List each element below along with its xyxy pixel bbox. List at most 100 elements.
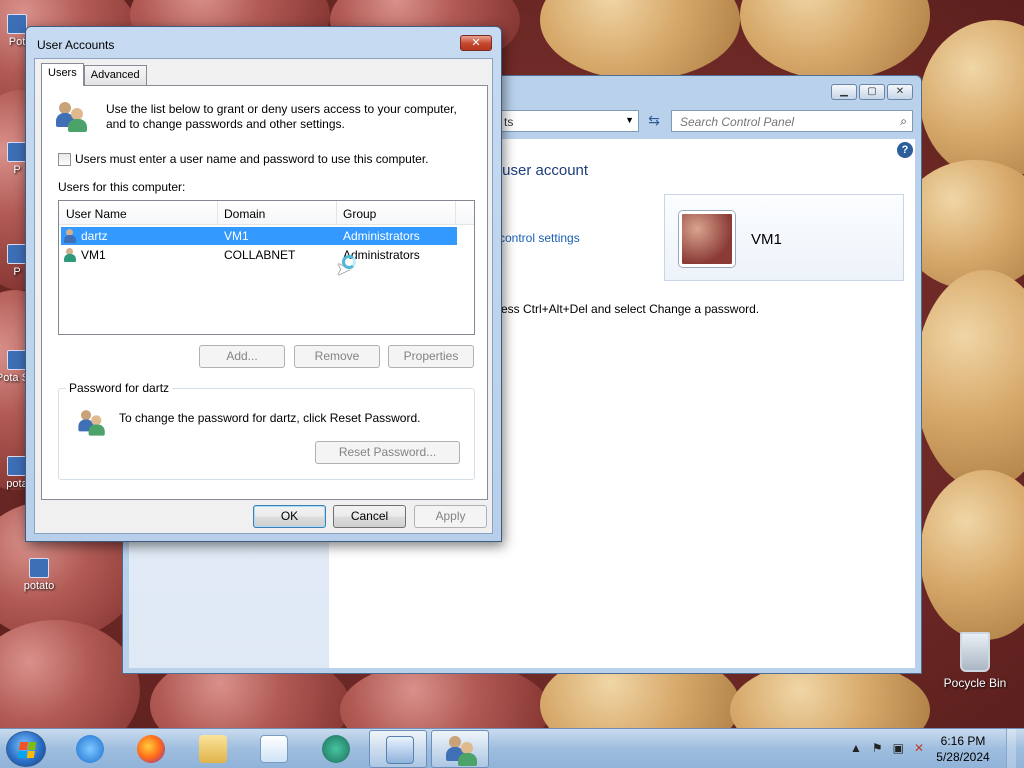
show-hidden-icons-icon[interactable]: ▲	[850, 741, 862, 755]
column-domain[interactable]: Domain	[224, 207, 265, 221]
recycle-bin-icon	[960, 632, 990, 672]
wallpaper-potato	[740, 0, 930, 80]
desktop-icon-label: Pot	[8, 36, 26, 48]
media-player-icon	[260, 735, 288, 763]
shortcut-icon	[7, 14, 27, 34]
control-panel-icon	[386, 736, 414, 764]
column-user-name[interactable]: User Name	[66, 207, 127, 221]
cell-user-name: VM1	[81, 248, 106, 262]
column-separator	[455, 201, 456, 224]
desktop-icon-label: P	[13, 164, 21, 176]
shortcut-icon	[7, 350, 27, 370]
volume-muted-icon[interactable]: ✕	[914, 741, 924, 755]
tab-advanced[interactable]: Advanced	[83, 65, 147, 85]
user-accounts-dialog[interactable]: User Accounts ✕ Users Advanced Use the l…	[25, 26, 502, 542]
remove-button[interactable]: Remove	[294, 345, 380, 368]
dialog-title: User Accounts	[37, 38, 115, 52]
folder-icon	[199, 735, 227, 763]
clock-date: 5/28/2024	[936, 750, 990, 764]
cell-domain: VM1	[224, 229, 249, 243]
taskbar-internet-explorer[interactable]	[60, 730, 118, 768]
shortcut-icon	[29, 558, 49, 578]
must-logon-row[interactable]: Users must enter a user name and passwor…	[58, 152, 429, 166]
taskbar-file-explorer[interactable]	[183, 730, 241, 768]
address-bar[interactable]: ts ▼	[499, 110, 639, 132]
taskbar-user-accounts[interactable]	[431, 730, 489, 768]
password-group-label: Password for dartz	[66, 381, 173, 395]
taskbar: ▲ ⚑ ▣ ✕ 6:16 PM 5/28/2024	[0, 728, 1024, 768]
ok-button[interactable]: OK	[253, 505, 326, 528]
clock-time: 6:16 PM	[940, 734, 986, 748]
page-title: r user account	[493, 162, 589, 179]
close-button[interactable]: ✕	[887, 84, 913, 100]
taskbar-firefox[interactable]	[121, 730, 179, 768]
window-controls: ▁ ▢ ✕	[831, 84, 913, 100]
tray-icons: ▲ ⚑ ▣ ✕	[850, 741, 924, 755]
search-input[interactable]: Search Control Panel ⌕	[671, 110, 913, 132]
show-desktop-button[interactable]	[1006, 729, 1016, 768]
users-section-label: Users for this computer:	[58, 180, 186, 194]
close-button[interactable]: ✕	[460, 35, 492, 51]
dialog-body: Users Advanced Use the list below to gra…	[34, 58, 493, 534]
busy-spinner-icon	[342, 255, 356, 269]
avatar[interactable]	[679, 211, 735, 267]
users-tab-panel: Use the list below to grant or deny user…	[41, 85, 488, 500]
app-icon	[322, 735, 350, 763]
maximize-button[interactable]: ▢	[859, 84, 885, 100]
add-button[interactable]: Add...	[199, 345, 285, 368]
cell-group: Administrators	[343, 229, 420, 243]
internet-explorer-icon	[76, 735, 104, 763]
list-header: User Name Domain Group	[59, 201, 474, 225]
table-row[interactable]: dartz VM1 Administrators	[61, 227, 457, 245]
desktop-icon-label: P	[13, 266, 21, 278]
clock[interactable]: 6:16 PM 5/28/2024	[928, 733, 998, 765]
wallpaper-potato	[920, 470, 1024, 640]
chevron-down-icon[interactable]: ▼	[625, 115, 634, 125]
start-button[interactable]	[6, 731, 46, 767]
wallpaper-potato	[0, 620, 140, 728]
must-logon-label: Users must enter a user name and passwor…	[75, 152, 429, 166]
uac-settings-link[interactable]: control settings	[499, 231, 580, 245]
users-list[interactable]: User Name Domain Group dartz VM1 Adminis…	[58, 200, 475, 335]
cancel-button[interactable]: Cancel	[333, 505, 406, 528]
taskbar-media-player[interactable]	[244, 730, 302, 768]
taskbar-control-panel[interactable]	[369, 730, 427, 768]
wallpaper-potato	[915, 270, 1024, 490]
network-icon[interactable]: ▣	[893, 741, 904, 755]
properties-button[interactable]: Properties	[388, 345, 474, 368]
recycle-bin[interactable]: Pocycle Bin	[942, 632, 1008, 690]
shortcut-icon	[7, 142, 27, 162]
intro-text: Use the list below to grant or deny user…	[106, 102, 457, 131]
desktop-icon[interactable]: potato	[4, 558, 74, 592]
minimize-button[interactable]: ▁	[831, 84, 857, 100]
table-row[interactable]: VM1 COLLABNET Administrators	[61, 246, 457, 264]
tab-strip: Users Advanced	[41, 63, 147, 86]
search-icon[interactable]: ⌕	[900, 114, 907, 129]
refresh-icon[interactable]: ⇆	[643, 110, 665, 132]
user-icon	[78, 408, 105, 436]
users-icon	[56, 100, 88, 132]
user-icon	[64, 248, 78, 262]
column-separator	[217, 201, 218, 224]
user-name: VM1	[751, 231, 782, 248]
user-card: VM1	[664, 194, 904, 281]
action-center-flag-icon[interactable]: ⚑	[872, 741, 883, 755]
firefox-icon	[137, 735, 165, 763]
apply-button[interactable]: Apply	[414, 505, 487, 528]
user-icon	[64, 229, 78, 243]
column-separator	[336, 201, 337, 224]
help-icon[interactable]: ?	[897, 142, 913, 158]
shortcut-icon	[7, 244, 27, 264]
tab-users[interactable]: Users	[41, 63, 84, 86]
wallpaper-potato	[540, 0, 740, 80]
taskbar-app[interactable]	[306, 730, 364, 768]
cell-domain: COLLABNET	[224, 248, 296, 262]
reset-password-button[interactable]: Reset Password...	[315, 441, 460, 464]
must-logon-checkbox[interactable]	[58, 152, 71, 166]
column-group[interactable]: Group	[343, 207, 376, 221]
password-text: To change the password for dartz, click …	[119, 411, 421, 425]
desktop-icon-label: potato	[23, 580, 55, 592]
user-accounts-icon	[446, 736, 477, 766]
password-instruction: ress Ctrl+Alt+Del and select Change a pa…	[497, 302, 760, 316]
cell-user-name: dartz	[81, 229, 108, 243]
